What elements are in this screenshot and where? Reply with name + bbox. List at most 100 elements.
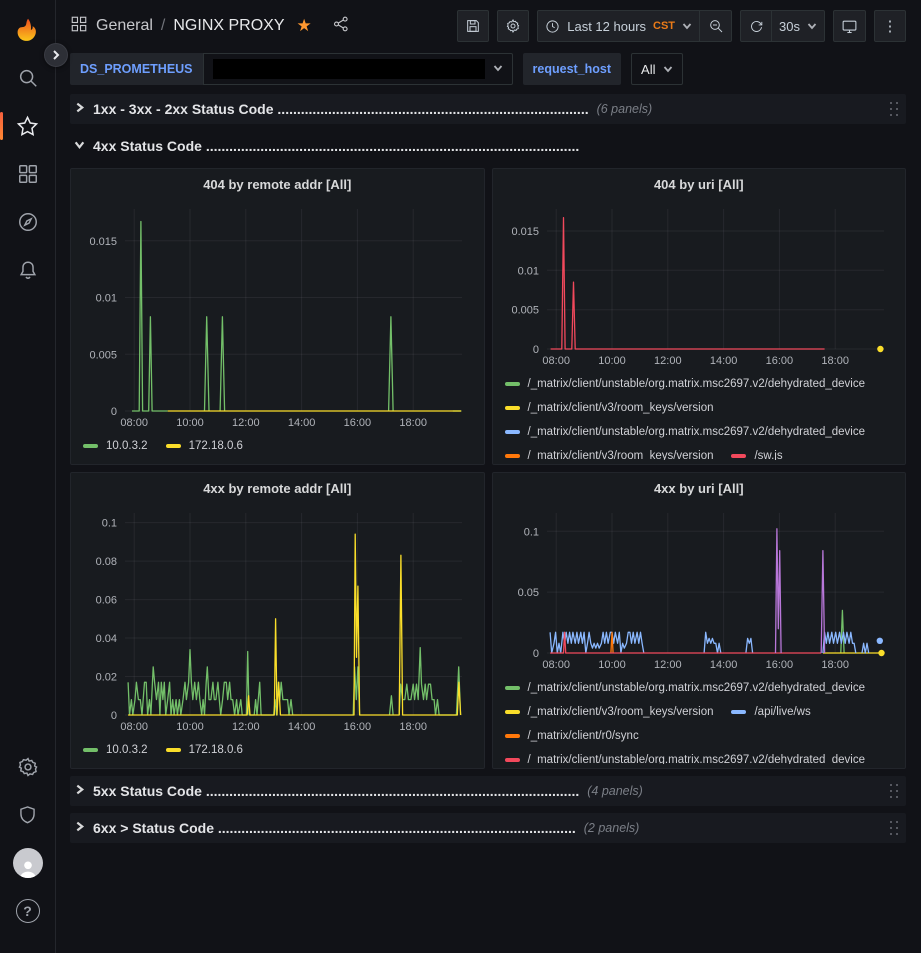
chart-plot-area[interactable]: 00.0050.010.01508:0010:0012:0014:0016:00… [79,199,476,431]
svg-text:0.005: 0.005 [511,305,539,317]
dashboard-settings-button[interactable] [497,10,529,42]
svg-text:18:00: 18:00 [821,355,849,367]
sidebar-item-explore[interactable] [8,202,48,242]
legend-series-label: 172.18.0.6 [189,744,243,756]
svg-text:0: 0 [111,406,117,418]
time-controls: Last 12 hours CST [537,10,732,42]
panel-title[interactable]: 4xx by remote addr [All] [79,473,476,503]
svg-text:14:00: 14:00 [709,659,737,671]
legend-item[interactable]: /sw.js [731,447,782,460]
legend-item[interactable]: 10.0.3.2 [83,741,148,758]
breadcrumb-folder[interactable]: General [96,17,153,35]
chevron-right-icon [51,50,61,60]
row-panel-count: (6 panels) [597,102,653,116]
legend-item[interactable]: 10.0.3.2 [83,437,148,454]
legend-series-marker [505,710,520,714]
sidebar-item-dashboards[interactable] [8,154,48,194]
legend-item[interactable]: /api/live/ws [731,703,810,720]
tv-mode-button[interactable] [833,10,866,42]
svg-text:0.01: 0.01 [96,293,117,305]
zoom-out-icon [708,18,724,34]
legend-item[interactable]: /_matrix/client/v3/room_keys/version [505,703,714,720]
row-6xx[interactable]: 6xx > Status Code ......................… [70,813,906,843]
gear-icon [17,756,39,778]
svg-text:0: 0 [532,344,538,356]
variable-request-host-select[interactable]: All [631,53,683,85]
legend-item[interactable]: /_matrix/client/v3/room_keys/version [505,399,714,416]
favorite-star-icon[interactable]: ★ [297,16,312,36]
grafana-app: ? General / NGINX PROXY ★ [0,0,921,953]
svg-text:18:00: 18:00 [821,659,849,671]
save-dashboard-button[interactable] [457,10,489,42]
sidebar-item-starred[interactable] [8,106,48,146]
sidebar-item-search[interactable] [8,58,48,98]
row-drag-handle[interactable] [888,820,900,836]
svg-text:12:00: 12:00 [654,659,682,671]
sidebar-item-profile[interactable] [8,843,48,883]
dashboard-content: 1xx - 3xx - 2xx Status Code ............… [56,92,921,953]
legend-series-marker [83,444,98,448]
breadcrumb-separator: / [161,17,165,35]
zoom-out-button[interactable] [700,10,732,42]
legend-item[interactable]: /_matrix/client/unstable/org.matrix.msc2… [505,751,866,764]
time-range-picker[interactable]: Last 12 hours CST [537,10,700,42]
gear-icon [505,18,521,34]
svg-text:0.1: 0.1 [523,526,538,538]
svg-text:18:00: 18:00 [399,721,427,733]
variable-datasource-label[interactable]: DS_PROMETHEUS [70,53,203,85]
row-drag-handle[interactable] [888,101,900,117]
legend-item[interactable]: /_matrix/client/unstable/org.matrix.msc2… [505,423,866,440]
more-options-button[interactable]: ⋮ [874,10,906,42]
avatar [13,848,43,878]
chart-plot-area[interactable]: 00.020.040.060.080.108:0010:0012:0014:00… [79,503,476,735]
variable-datasource-select[interactable] [203,53,513,85]
breadcrumb-dashboard-title[interactable]: NGINX PROXY [173,17,284,35]
chart-plot-area[interactable]: 00.0050.010.01508:0010:0012:0014:0016:00… [501,199,898,369]
legend-item[interactable]: /_matrix/client/unstable/org.matrix.msc2… [505,375,866,392]
svg-text:0.015: 0.015 [89,236,117,248]
grafana-logo[interactable] [8,10,48,50]
row-drag-handle[interactable] [888,783,900,799]
star-icon [16,115,39,138]
svg-text:14:00: 14:00 [288,721,316,733]
legend-series-marker [505,406,520,410]
row-1xx-3xx-2xx[interactable]: 1xx - 3xx - 2xx Status Code ............… [70,94,906,124]
panel-title[interactable]: 4xx by uri [All] [501,473,898,503]
legend-item[interactable]: /_matrix/client/v3/room_keys/version [505,447,714,460]
chevron-right-icon [74,782,85,800]
legend-item[interactable]: 172.18.0.6 [166,741,243,758]
panel-title[interactable]: 404 by uri [All] [501,169,898,199]
svg-text:0.05: 0.05 [517,587,538,599]
variable-request-host-label[interactable]: request_host [523,53,622,85]
svg-text:12:00: 12:00 [232,721,260,733]
sidebar-item-configuration[interactable] [8,747,48,787]
svg-text:08:00: 08:00 [120,721,148,733]
share-icon[interactable] [332,15,350,38]
panel-title[interactable]: 404 by remote addr [All] [79,169,476,199]
svg-text:0: 0 [111,710,117,722]
chart-plot-area[interactable]: 00.050.108:0010:0012:0014:0016:0018:00 [501,503,898,673]
row-5xx[interactable]: 5xx Status Code ........................… [70,776,906,806]
sidebar-item-alerting[interactable] [8,250,48,290]
sidebar-item-help[interactable]: ? [8,891,48,931]
legend-series-label: /_matrix/client/v3/room_keys/version [528,402,714,414]
legend-series-label: 10.0.3.2 [106,744,148,756]
svg-text:0.02: 0.02 [96,672,117,684]
legend-series-label: /_matrix/client/v3/room_keys/version [528,706,714,718]
svg-text:10:00: 10:00 [598,659,626,671]
legend-item[interactable]: 172.18.0.6 [166,437,243,454]
refresh-interval-picker[interactable]: 30s [772,10,825,42]
legend-item[interactable]: /_matrix/client/r0/sync [505,727,639,744]
svg-text:10:00: 10:00 [176,417,204,429]
sidebar-expand-button[interactable] [44,43,68,67]
legend-item[interactable]: /_matrix/client/unstable/org.matrix.msc2… [505,679,866,696]
sidebar-item-server-admin[interactable] [8,795,48,835]
breadcrumb: General / NGINX PROXY ★ [70,15,350,38]
row-title: 5xx Status Code ........................… [93,783,579,799]
legend-series-label: /_matrix/client/unstable/org.matrix.msc2… [528,378,866,390]
svg-text:14:00: 14:00 [288,417,316,429]
refresh-button[interactable] [740,10,772,42]
svg-text:0.04: 0.04 [96,633,117,645]
row-4xx[interactable]: 4xx Status Code ........................… [70,131,906,161]
row-panel-count: (2 panels) [584,821,640,835]
